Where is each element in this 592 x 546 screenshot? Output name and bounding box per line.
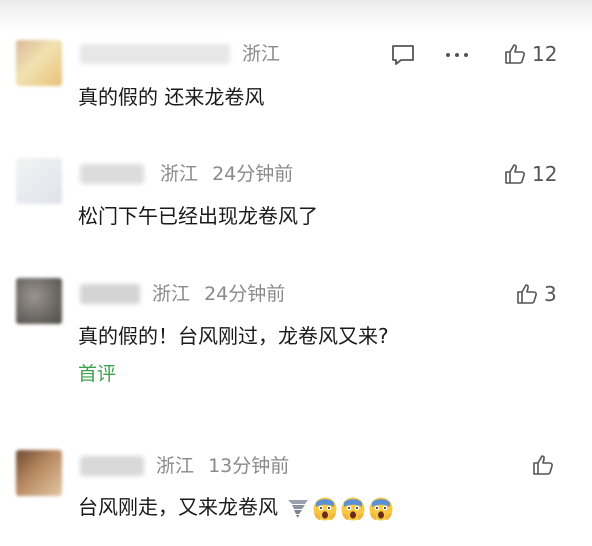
location-label: 浙江 — [156, 455, 195, 477]
username-blurred[interactable] — [80, 164, 144, 184]
location-label: 浙江 — [242, 43, 281, 65]
comment-text: 台风刚走，又来龙卷风 — [78, 494, 394, 522]
comment-meta: 浙江 — [242, 42, 288, 66]
like-button[interactable]: 3 — [516, 282, 557, 306]
scream-emoji — [369, 497, 393, 520]
avatar[interactable] — [16, 450, 62, 496]
username-blurred[interactable] — [80, 456, 144, 476]
timestamp: 13分钟前 — [208, 455, 290, 477]
thumbs-up-icon — [505, 44, 525, 64]
avatar[interactable] — [16, 40, 62, 86]
comment-meta: 浙江 24分钟前 — [160, 162, 301, 186]
thumbs-up-icon — [533, 455, 553, 475]
comment-text: 松门下午已经出现龙卷风了 — [78, 204, 318, 228]
thumbs-up-icon — [505, 164, 525, 184]
timestamp: 24分钟前 — [204, 283, 286, 305]
scream-emoji — [313, 497, 337, 520]
username-blurred[interactable] — [80, 44, 230, 64]
location-label: 浙江 — [160, 163, 199, 185]
like-count: 3 — [544, 282, 557, 306]
like-button[interactable]: 12 — [504, 42, 557, 66]
first-comment-badge: 首评 — [78, 363, 117, 385]
more-icon[interactable] — [444, 50, 470, 60]
avatar[interactable] — [16, 158, 62, 204]
like-count: 12 — [532, 42, 558, 66]
location-label: 浙江 — [152, 283, 191, 305]
like-count: 12 — [532, 162, 558, 186]
comment-meta: 浙江 24分钟前 — [152, 282, 293, 306]
emoji-group — [286, 496, 394, 522]
avatar[interactable] — [16, 278, 62, 324]
like-button[interactable] — [532, 454, 554, 476]
comment-text: 真的假的 还来龙卷风 — [78, 85, 265, 109]
scream-emoji — [341, 497, 365, 520]
comment-meta: 浙江 13分钟前 — [156, 454, 297, 478]
comment-text: 真的假的！台风刚过，龙卷风又来? — [78, 324, 389, 348]
thumbs-up-icon — [517, 284, 537, 304]
username-blurred[interactable] — [80, 284, 140, 304]
top-fade — [0, 0, 592, 34]
reply-icon[interactable] — [390, 43, 416, 67]
tornado-emoji — [288, 499, 309, 518]
comment-text-content: 台风刚走，又来龙卷风 — [78, 495, 278, 519]
like-button[interactable]: 12 — [504, 162, 557, 186]
timestamp: 24分钟前 — [212, 163, 294, 185]
